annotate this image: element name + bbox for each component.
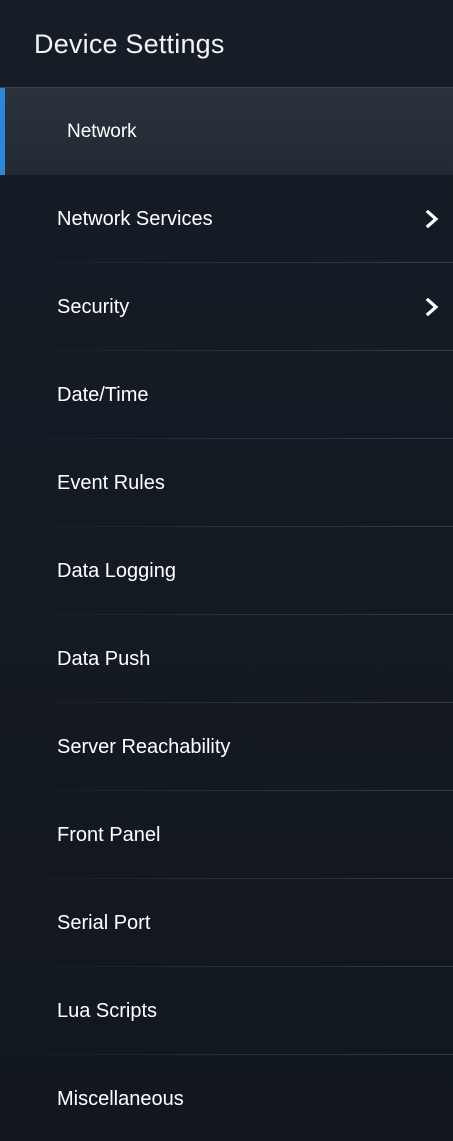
menu-item-miscellaneous[interactable]: Miscellaneous (0, 1055, 453, 1141)
menu-item-data-logging[interactable]: Data Logging (0, 527, 453, 615)
menu-item-network-services[interactable]: Network Services (0, 175, 453, 263)
menu-item-label: Serial Port (57, 911, 151, 934)
menu-item-event-rules[interactable]: Event Rules (0, 439, 453, 527)
menu-item-label: Network (67, 120, 137, 142)
device-settings-panel: Device Settings Network Network Services… (0, 0, 453, 1141)
menu-item-label: Data Push (57, 647, 151, 670)
menu-item-label: Data Logging (57, 559, 176, 582)
menu-item-serial-port[interactable]: Serial Port (0, 879, 453, 967)
menu-item-front-panel[interactable]: Front Panel (0, 791, 453, 879)
menu-item-network[interactable]: Network (0, 87, 453, 175)
menu-item-label: Lua Scripts (57, 999, 158, 1022)
menu-item-lua-scripts[interactable]: Lua Scripts (0, 967, 453, 1055)
menu-item-security[interactable]: Security (0, 263, 453, 351)
chevron-right-icon (425, 298, 439, 316)
menu-item-label: Server Reachability (57, 735, 231, 758)
menu-item-data-push[interactable]: Data Push (0, 615, 453, 703)
menu-item-date-time[interactable]: Date/Time (0, 351, 453, 439)
menu-item-server-reachability[interactable]: Server Reachability (0, 703, 453, 791)
chevron-right-icon (425, 210, 439, 228)
settings-menu: Network Network Services Security Date/T… (0, 87, 453, 1141)
menu-item-label: Event Rules (57, 471, 165, 494)
menu-item-label: Security (57, 295, 130, 318)
active-indicator (0, 88, 5, 175)
menu-item-label: Date/Time (57, 383, 149, 406)
menu-item-label: Network Services (57, 207, 213, 230)
panel-title: Device Settings (0, 0, 453, 88)
menu-item-label: Miscellaneous (57, 1087, 184, 1110)
menu-item-label: Front Panel (57, 823, 161, 846)
